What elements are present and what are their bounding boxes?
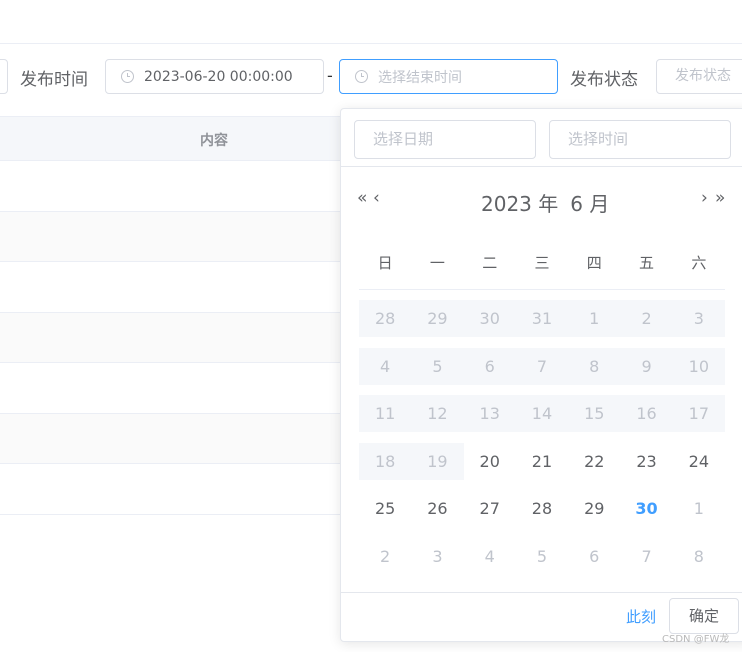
- start-date-value: 2023-06-20 00:00:00: [144, 68, 293, 85]
- day-cell[interactable]: 22: [568, 443, 620, 480]
- day-cell: 15: [568, 395, 621, 433]
- day-cell: 11: [359, 395, 412, 433]
- day-cell: 19: [411, 442, 464, 480]
- watermark: CSDN @FW龙: [662, 634, 730, 645]
- day-cell[interactable]: 28: [516, 490, 568, 527]
- day-cell: 8: [568, 347, 621, 385]
- day-cell: 12: [411, 395, 464, 433]
- month-year-label[interactable]: 2023 年 6 月: [481, 188, 621, 217]
- day-cell[interactable]: 2: [359, 538, 411, 575]
- day-cell: 17: [672, 395, 725, 433]
- datetime-picker-popup: 选择日期 选择时间 « ‹ 2023 年6 月 › » 日一二三四五六 28 29…: [340, 108, 742, 642]
- publish-status-select[interactable]: 发布状态: [656, 59, 742, 94]
- week-row: 11 12 13 14 15 16 17: [359, 390, 725, 438]
- picker-time-input[interactable]: 选择时间: [549, 120, 731, 159]
- weeks: 28 29 30 31 1 2 3 4 5 6 7 8 9 10 11 12 13 14 15 16 17 18 19 20 2…: [359, 295, 725, 580]
- day-cell[interactable]: 6: [568, 538, 620, 575]
- now-button[interactable]: 此刻: [626, 606, 656, 627]
- weekday-header: 日一二三四五六: [359, 241, 725, 290]
- content-column-header: 内容: [200, 133, 228, 149]
- day-grid: 日一二三四五六 28 29 30 31 1 2 3 4 5 6 7 8 9 10 11 12 13 14 15 16 1…: [359, 241, 725, 580]
- week-row: 18 19 20 21 22 23 24: [359, 438, 725, 486]
- day-cell: 1: [568, 300, 621, 338]
- weekday-label: 五: [639, 254, 655, 272]
- clock-icon: [355, 70, 368, 83]
- day-cell: 29: [411, 300, 464, 338]
- day-cell: 2: [620, 300, 673, 338]
- day-cell[interactable]: 8: [673, 538, 725, 575]
- weekday-label: 四: [586, 254, 602, 272]
- day-cell: 31: [515, 300, 569, 338]
- day-cell: 4: [359, 347, 412, 385]
- day-cell[interactable]: 30: [620, 490, 672, 527]
- previous-filter-input[interactable]: [0, 59, 8, 94]
- prev-month-icon[interactable]: ‹: [373, 188, 380, 208]
- day-cell: 30: [463, 300, 516, 338]
- day-cell[interactable]: 3: [411, 538, 463, 575]
- confirm-button[interactable]: 确定: [669, 598, 739, 634]
- day-cell[interactable]: 24: [673, 443, 725, 480]
- publish-status-label: 发布状态: [570, 70, 638, 90]
- month-label[interactable]: 6 月: [570, 192, 609, 216]
- day-cell[interactable]: 1: [673, 490, 725, 527]
- day-cell: 13: [463, 395, 516, 433]
- weekday-label: 一: [429, 254, 445, 272]
- year-label[interactable]: 2023 年: [481, 192, 558, 216]
- start-date-input[interactable]: 2023-06-20 00:00:00: [105, 59, 324, 94]
- top-divider: [0, 43, 742, 44]
- end-date-placeholder: 选择结束时间: [378, 69, 462, 86]
- next-month-icon[interactable]: ›: [701, 188, 708, 208]
- weekday-label: 三: [534, 254, 550, 272]
- day-cell[interactable]: 21: [516, 443, 568, 480]
- week-row: 4 5 6 7 8 9 10: [359, 343, 725, 391]
- end-date-input[interactable]: 选择结束时间: [339, 59, 558, 94]
- publish-time-label: 发布时间: [20, 70, 88, 90]
- week-row: 25 26 27 28 29 30 1: [359, 485, 725, 533]
- day-cell: 14: [515, 395, 569, 433]
- week-row: 28 29 30 31 1 2 3: [359, 295, 725, 343]
- day-cell[interactable]: 20: [464, 443, 516, 480]
- picker-header: « ‹ 2023 年 6 月 › »: [341, 167, 742, 237]
- weekday-label: 二: [482, 254, 498, 272]
- picker-inputs: 选择日期 选择时间: [341, 109, 742, 167]
- day-cell: 5: [411, 347, 464, 385]
- day-cell: 28: [359, 300, 412, 338]
- weekday-label: 六: [691, 254, 707, 272]
- day-cell[interactable]: 27: [464, 490, 516, 527]
- prev-year-icon[interactable]: «: [357, 188, 368, 208]
- day-cell: 10: [672, 347, 725, 385]
- day-cell[interactable]: 25: [359, 490, 411, 527]
- date-range-separator: -: [327, 66, 333, 85]
- day-cell[interactable]: 26: [411, 490, 463, 527]
- day-cell[interactable]: 23: [620, 443, 672, 480]
- weekday-label: 日: [377, 254, 393, 272]
- next-year-icon[interactable]: »: [715, 188, 726, 208]
- day-cell[interactable]: 4: [464, 538, 516, 575]
- day-cell: 3: [672, 300, 725, 338]
- day-cell[interactable]: 29: [568, 490, 620, 527]
- week-row: 2345678: [359, 533, 725, 581]
- day-cell[interactable]: 5: [516, 538, 568, 575]
- day-cell: 18: [359, 442, 412, 480]
- day-cell: 6: [463, 347, 516, 385]
- picker-date-input[interactable]: 选择日期: [354, 120, 536, 159]
- day-cell: 9: [620, 347, 673, 385]
- day-cell: 16: [620, 395, 673, 433]
- filter-row: 发布时间 2023-06-20 00:00:00 - 选择结束时间 发布状态 发…: [0, 59, 742, 95]
- day-cell: 7: [515, 347, 569, 385]
- clock-icon: [121, 70, 134, 83]
- day-cell[interactable]: 7: [620, 538, 672, 575]
